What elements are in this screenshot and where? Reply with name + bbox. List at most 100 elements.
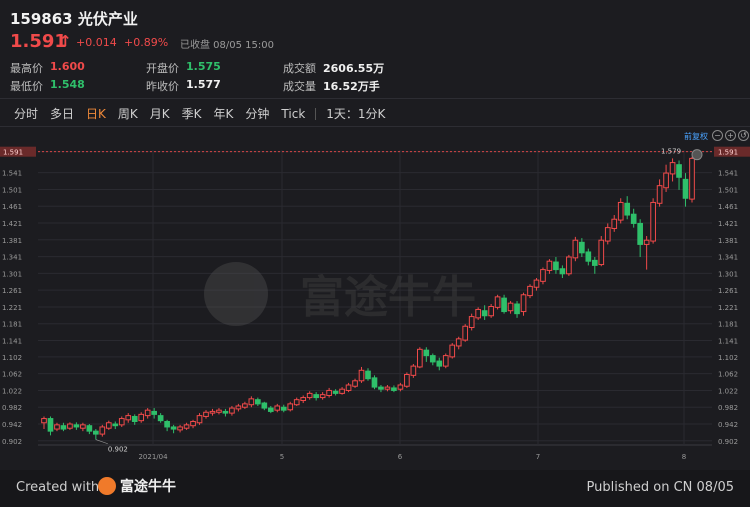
tab-minute[interactable]: 分钟: [239, 105, 275, 122]
candle-body: [196, 415, 203, 424]
candle-body: [242, 403, 248, 408]
candle-body: [669, 162, 676, 175]
candle-body: [216, 409, 222, 413]
y-tick-label: 1.102: [2, 354, 22, 362]
candle-body: [643, 239, 650, 245]
tab-daily-k[interactable]: 日K: [80, 105, 112, 122]
period-tabs: 分时 多日 日K 周K 月K 季K 年K 分钟 Tick 1天：1分K: [8, 105, 391, 122]
y-tick-label: 1.141: [2, 338, 22, 346]
candle-body: [481, 310, 488, 317]
y-tick-label: 0.982: [2, 404, 22, 412]
y-tick-label: 0.942: [718, 421, 738, 429]
candle-body: [689, 157, 695, 200]
tab-multi-day[interactable]: 多日: [44, 105, 80, 122]
candle-body: [682, 178, 689, 199]
low-value: 1.548: [50, 78, 85, 91]
y-tick-label: 1.261: [2, 287, 22, 295]
created-with-text: Created with: [16, 480, 100, 495]
y-tick-label: 1.421: [718, 220, 738, 228]
candle-body: [125, 415, 132, 421]
candle-body: [598, 239, 605, 266]
candle-body: [624, 202, 631, 216]
candle-body: [229, 407, 235, 414]
candle-body: [384, 386, 391, 390]
low-mark-label: 0.902: [108, 446, 128, 454]
brand: 富途牛牛: [98, 476, 176, 496]
y-tick-label: 0.902: [2, 438, 22, 446]
x-tick-label: 6: [398, 453, 403, 461]
y-tick-label: 1.501: [718, 186, 738, 194]
y-tick-label: 1.221: [2, 304, 22, 312]
candle-body: [157, 415, 164, 422]
tab-quarterly-k[interactable]: 季K: [176, 105, 208, 122]
y-tick-label: 1.062: [718, 371, 738, 379]
candle-body: [306, 392, 313, 399]
candle-body: [73, 424, 80, 428]
candle-body: [520, 294, 527, 313]
tab-divider: [315, 107, 317, 120]
y-tick-label: 1.341: [2, 254, 22, 262]
candle-body: [280, 406, 287, 411]
y-tick-label: 1.381: [718, 237, 738, 245]
y-tick-label: 0.942: [2, 421, 22, 429]
y-tick-label: 1.181: [2, 321, 22, 329]
y-tick-label: 1.541: [2, 170, 22, 178]
candle-body: [617, 201, 624, 221]
published-text: Published on CN 08/05: [586, 480, 734, 495]
high-mark-label: 1.579: [661, 148, 681, 156]
y-tick-label: 1.541: [718, 170, 738, 178]
tab-weekly-k[interactable]: 周K: [112, 105, 144, 122]
market-status: 已收盘 08/05 15:00: [180, 40, 274, 51]
candle-body: [404, 374, 410, 387]
tab-monthly-k[interactable]: 月K: [144, 105, 176, 122]
candle-body: [501, 297, 507, 313]
candle-body: [488, 306, 494, 317]
candle-body: [462, 325, 469, 341]
candle-body: [235, 405, 242, 410]
watermark: 富途牛牛: [204, 262, 476, 326]
y-tick-label: 1.421: [2, 220, 22, 228]
stock-title: 159863 光伏产业: [10, 10, 138, 28]
y-tick-label: 1.062: [2, 371, 22, 379]
candle-body: [585, 251, 592, 262]
candle-body: [397, 384, 404, 390]
y-axis-right: 1.591 1.541 1.501 1.461 1.421 1.381 1.341 1.301…: [718, 149, 738, 446]
candle-body: [410, 365, 417, 376]
y-axis-left: 1.591 1.541 1.501 1.461 1.421 1.381 1.341 1.301…: [2, 149, 22, 446]
candle-body: [255, 399, 261, 405]
candle-body: [319, 394, 326, 399]
candle-body: [436, 360, 443, 367]
candle-body: [507, 302, 514, 312]
x-tick-label: 7: [536, 453, 540, 461]
high-value: 1.600: [50, 60, 85, 73]
candle-body: [164, 421, 170, 428]
y-tick-label: 0.982: [718, 404, 738, 412]
candle-body: [449, 344, 456, 358]
last-price-label-right: 1.591: [718, 149, 738, 157]
candle-body: [663, 172, 669, 189]
amount-label: 成交额: [283, 62, 316, 75]
candle-body: [118, 418, 125, 426]
y-tick-label: 1.501: [2, 186, 22, 194]
candle-body: [527, 285, 533, 297]
candle-body: [579, 241, 585, 254]
candle-body: [112, 423, 119, 427]
candle-body: [572, 239, 579, 259]
tab-intraday[interactable]: 分时: [8, 105, 44, 122]
y-tick-label: 1.102: [718, 354, 738, 362]
tab-yearly-k[interactable]: 年K: [208, 105, 240, 122]
open-value: 1.575: [186, 60, 221, 73]
low-label: 最低价: [10, 80, 43, 93]
y-tick-label: 1.381: [2, 237, 22, 245]
candle-body: [358, 369, 365, 382]
y-tick-label: 0.902: [718, 438, 738, 446]
candle-body: [300, 397, 307, 402]
candle-body: [442, 355, 449, 367]
candlestick-chart[interactable]: 富途牛牛 1.591 1.541 1.501 1.461 1.421 1.381 1.341…: [0, 140, 750, 470]
y-tick-label: 1.221: [718, 304, 738, 312]
candle-body: [378, 386, 384, 390]
y-tick-label: 1.022: [718, 387, 738, 395]
candle-body: [144, 409, 151, 417]
tab-tick[interactable]: Tick: [275, 107, 311, 121]
tab-1day-1min[interactable]: 1天：1分K: [320, 105, 391, 122]
